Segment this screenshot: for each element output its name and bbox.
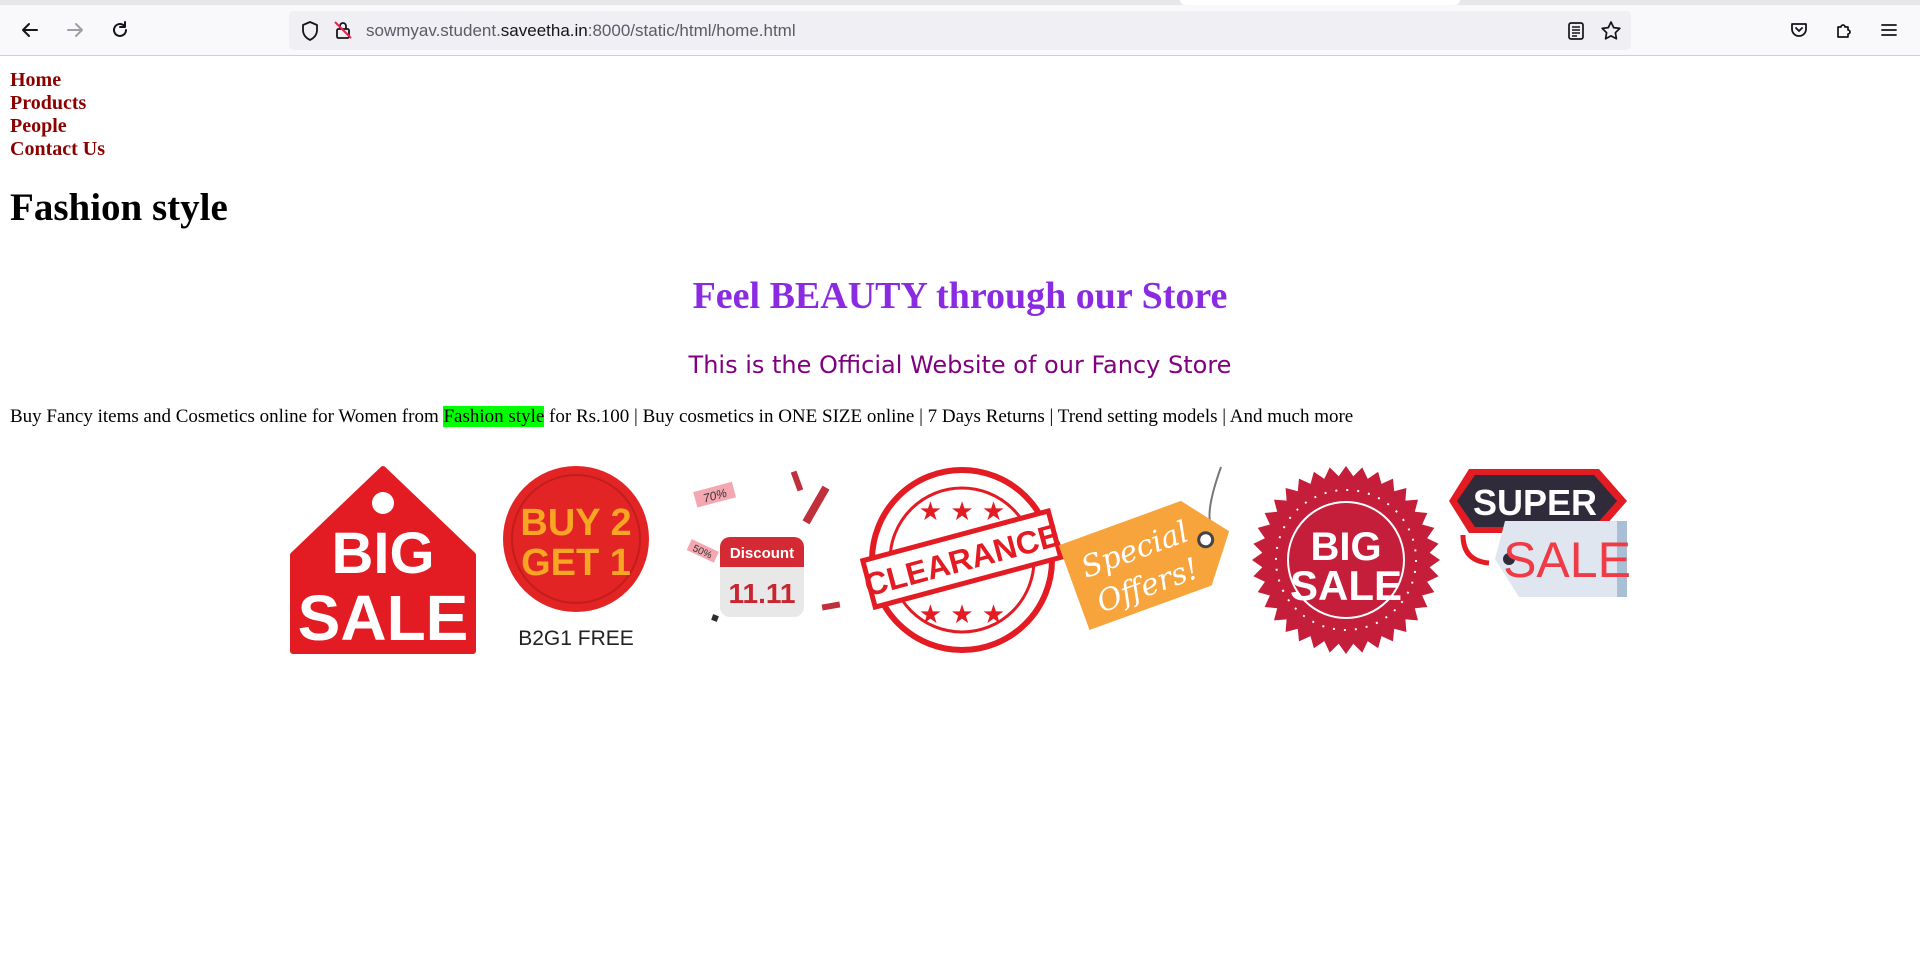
discount-calendar-badge: 70% 50% Discount 11.11 [684,465,844,655]
site-nav: Home Products People Contact Us [10,69,105,161]
big-sale-line2: SALE [298,582,469,654]
sale-text: SALE [1503,532,1631,588]
description-paragraph: Buy Fancy items and Cosmetics online for… [10,405,1353,429]
forward-button[interactable] [60,15,90,45]
discount-label: Discount [730,545,794,562]
b2g1-caption: B2G1 FREE [518,627,634,650]
pct-70-label: 70% [701,486,728,506]
insecure-lock-icon[interactable] [333,20,353,40]
big-sale-tag-badge: BIG SALE [289,465,477,655]
nav-link-people[interactable]: People [10,115,105,138]
clearance-stamp-badge: ★ ★ ★ ★ ★ ★ CLEARANCE [859,465,1064,655]
shield-icon[interactable] [301,21,319,41]
description-text-rest: for Rs.100 | Buy cosmetics in ONE SIZE o… [544,406,1354,427]
buy2get1-badge: BUY 2 GET 1 B2G1 FREE [501,465,651,655]
pocket-button[interactable] [1784,15,1814,45]
seal-sale-text: SALE [1290,562,1402,609]
reload-icon [113,21,127,37]
extensions-icon [1837,24,1851,38]
nav-link-home[interactable]: Home [10,69,105,92]
subtagline: This is the Official Website of our Fanc… [688,351,1232,379]
nav-link-contact-us[interactable]: Contact Us [10,138,105,161]
special-offers-tag-badge: Special Offers! [1058,465,1251,655]
browser-toolbar: sowmyav.student.saveetha.in:8000/static/… [0,5,1920,56]
buy2-text: BUY 2 [520,502,631,544]
tagline-heading: Feel BEAUTY through our Store [692,275,1228,317]
menu-button[interactable] [1874,15,1904,45]
forward-arrow-icon [67,23,83,37]
url-text[interactable]: sowmyav.student.saveetha.in:8000/static/… [366,11,796,50]
reload-button[interactable] [105,15,135,45]
reader-view-icon[interactable] [1567,21,1585,41]
back-button[interactable] [15,15,45,45]
url-bar[interactable]: sowmyav.student.saveetha.in:8000/static/… [289,11,1631,50]
promo-badges: BIG SALE BUY 2 GET 1 B2G1 FREE 70% 50% D… [289,465,1631,665]
bookmark-star-icon[interactable] [1600,20,1622,41]
big-sale-seal-badge: BIG SALE [1251,465,1441,655]
menu-icon [1881,24,1897,36]
svg-text:★ ★ ★: ★ ★ ★ [919,600,1005,630]
back-arrow-icon [22,23,38,37]
discount-date: 11.11 [729,578,796,609]
extensions-button[interactable] [1829,15,1859,45]
super-sale-tag-badge: SUPER SALE [1449,465,1631,655]
description-text: Buy Fancy items and Cosmetics online for… [10,406,444,427]
big-sale-line1: BIG [331,521,434,586]
highlighted-brand: Fashion style [443,406,545,427]
page-title: Fashion style [10,186,228,229]
pocket-icon [1791,23,1807,37]
page-content: Home Products People Contact Us Fashion … [0,57,1920,961]
get1-text: GET 1 [521,542,631,584]
nav-link-products[interactable]: Products [10,92,105,115]
svg-text:★ ★ ★: ★ ★ ★ [919,497,1005,527]
super-text: SUPER [1473,482,1597,523]
